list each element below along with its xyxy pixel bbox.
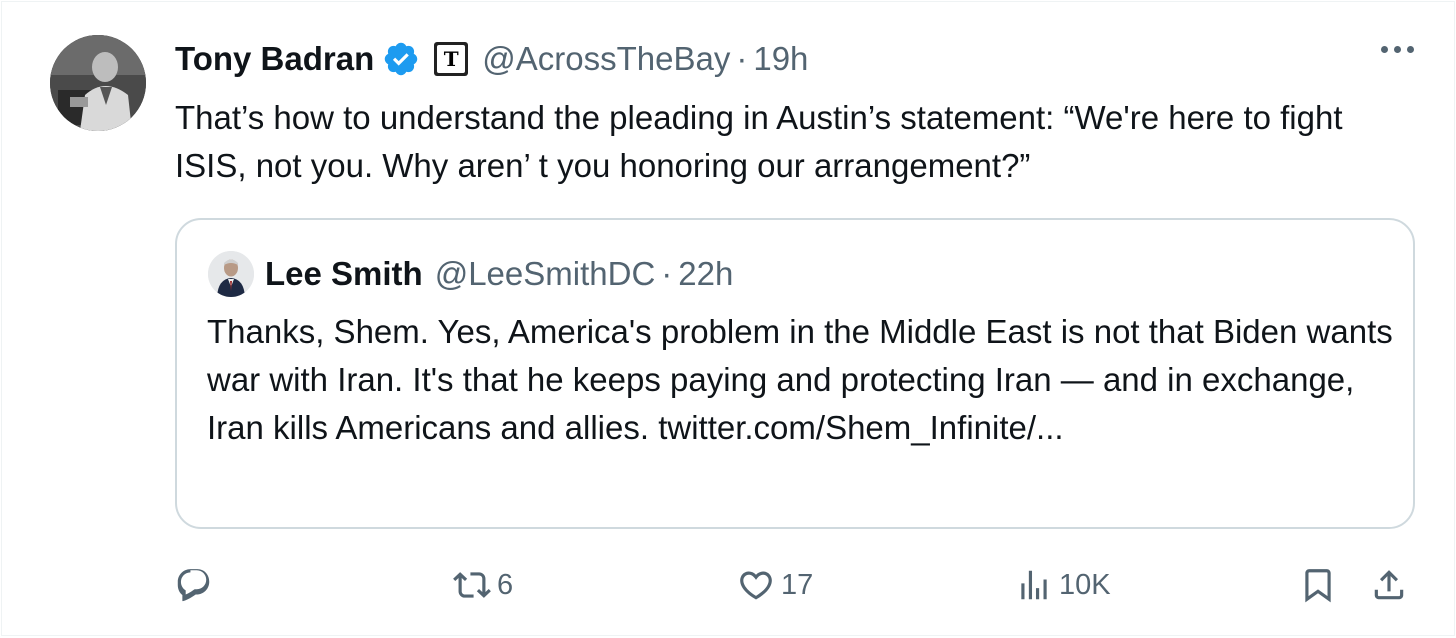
views-count: 10K: [1059, 568, 1111, 601]
quoted-link[interactable]: twitter.com/Shem_Infinite/...: [658, 409, 1063, 446]
quoted-tweet-text: Thanks, Shem. Yes, America's problem in …: [207, 308, 1397, 452]
action-bar: 6 17 10K: [175, 557, 1420, 613]
quoted-author-avatar: [208, 251, 254, 297]
tweet-card[interactable]: Tony Badran T @AcrossTheBay · 19h That’s…: [1, 1, 1455, 636]
reply-button[interactable]: [175, 557, 213, 613]
quoted-author-name: Lee Smith: [265, 255, 423, 292]
author-name[interactable]: Tony Badran: [175, 40, 374, 78]
author-handle[interactable]: @AcrossTheBay: [482, 40, 730, 78]
heart-icon: [740, 571, 772, 600]
bookmark-icon: [1305, 569, 1331, 603]
quoted-author-handle: @LeeSmithDC: [434, 255, 656, 292]
tweet-text: That’s how to understand the pleading in…: [175, 99, 1343, 184]
tweet-timestamp[interactable]: 19h: [753, 40, 808, 78]
like-button[interactable]: 17: [737, 557, 813, 613]
tweet-header: Tony Badran T @AcrossTheBay · 19h: [175, 36, 808, 82]
views-button[interactable]: 10K: [1015, 557, 1111, 613]
quoted-header: Lee Smith @LeeSmithDC · 22h: [265, 250, 733, 298]
affiliate-badge-icon[interactable]: T: [434, 42, 469, 76]
share-button[interactable]: [1370, 557, 1408, 613]
share-icon: [1374, 570, 1404, 600]
author-avatar[interactable]: [50, 35, 146, 131]
more-options-icon[interactable]: [1381, 46, 1414, 53]
like-count: 17: [781, 568, 814, 601]
verified-badge-icon: [385, 42, 418, 76]
analytics-icon: [1021, 570, 1047, 600]
separator-dot: ·: [736, 40, 748, 77]
retweet-button[interactable]: 6: [453, 557, 513, 613]
reply-icon: [177, 569, 210, 602]
retweet-icon: [453, 572, 491, 598]
quoted-separator-dot: ·: [661, 255, 673, 292]
bookmark-button[interactable]: [1299, 557, 1337, 613]
retweet-count: 6: [497, 568, 514, 601]
quoted-tweet[interactable]: Lee Smith @LeeSmithDC · 22h Thanks, Shem…: [175, 218, 1415, 529]
quoted-timestamp: 22h: [678, 255, 734, 292]
